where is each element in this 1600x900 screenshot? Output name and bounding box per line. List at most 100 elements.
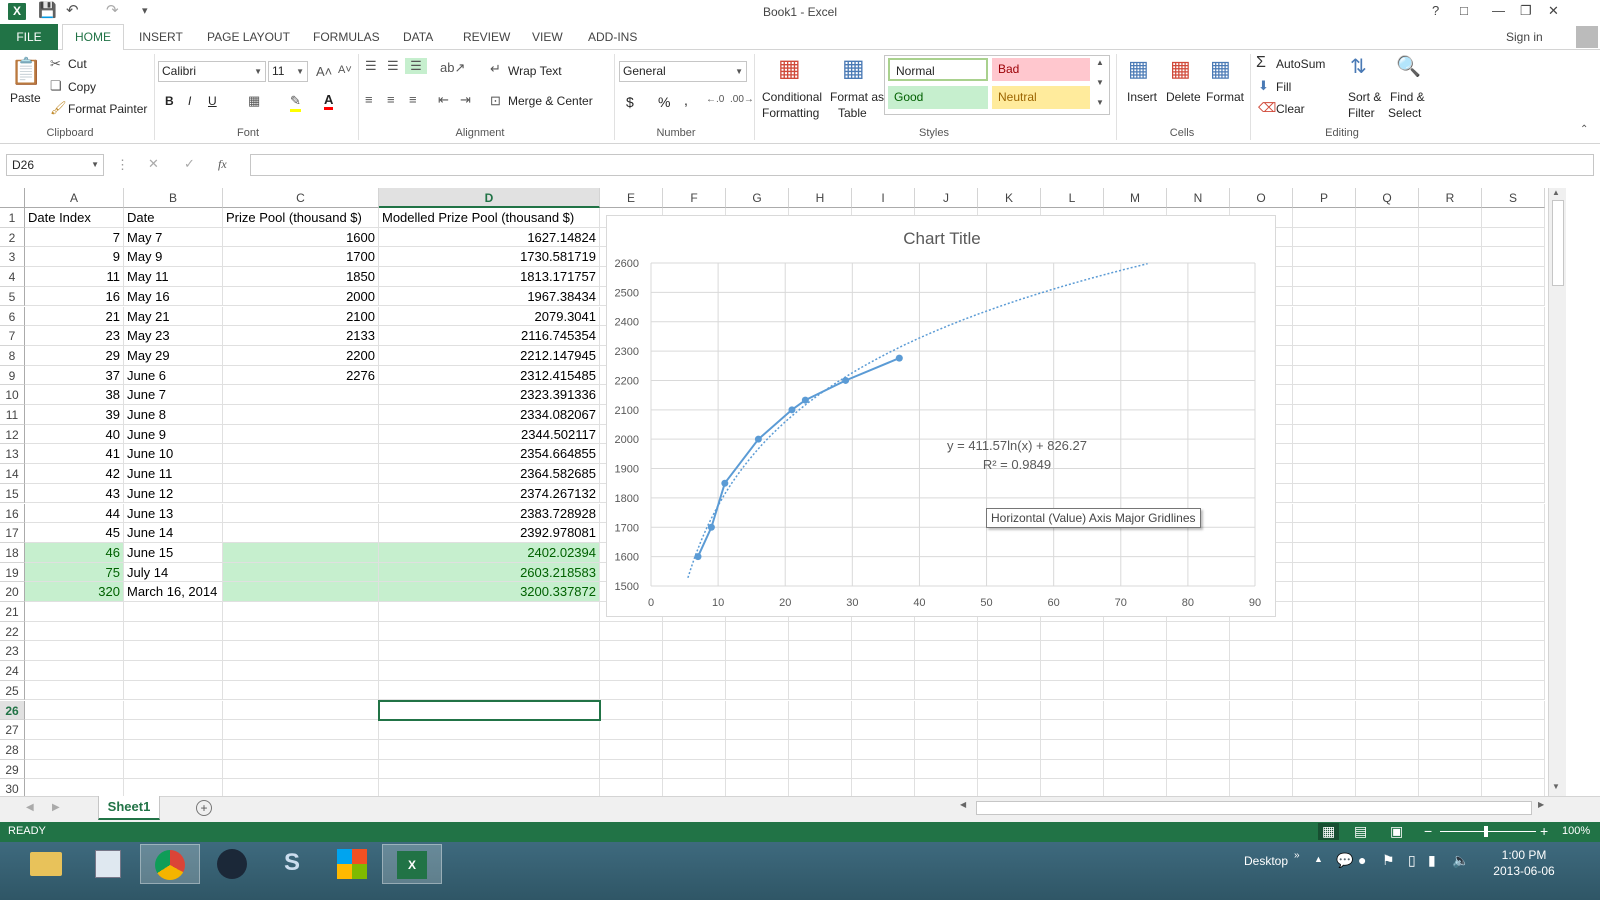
cell-d14[interactable]: 2364.582685 [379,464,600,484]
action-center-icon[interactable]: ⚑ [1382,852,1395,869]
cell-empty[interactable] [1293,464,1356,484]
cell-empty[interactable] [1482,582,1545,602]
cell-empty[interactable] [1356,227,1419,248]
column-header-b[interactable]: B [124,188,223,208]
cell-c25[interactable] [223,680,379,701]
cell-empty[interactable] [1356,385,1419,405]
cell-empty[interactable] [1293,759,1356,780]
horizontal-scroll-thumb[interactable] [976,801,1532,815]
cell-c26[interactable] [223,700,379,721]
cell-empty[interactable] [1293,739,1356,760]
cell-empty[interactable] [1230,641,1293,662]
cell-empty[interactable] [600,720,663,740]
cell-c5[interactable]: 2000 [223,286,379,307]
styles-scroll-up-icon[interactable]: ▲ [1096,58,1104,67]
cell-empty[interactable] [1419,542,1482,563]
column-header-i[interactable]: I [852,188,915,208]
cell-empty[interactable] [1293,562,1356,583]
tab-formulas[interactable]: FORMULAS [313,30,380,44]
cell-empty[interactable] [1482,700,1545,721]
cell-empty[interactable] [726,621,789,642]
battery-icon[interactable]: ▯ [1408,852,1416,869]
cell-c2[interactable]: 1600 [223,227,379,248]
cell-empty[interactable] [1293,227,1356,248]
cell-empty[interactable] [600,759,663,780]
cell-empty[interactable] [852,739,915,760]
cell-a14[interactable]: 42 [25,464,124,484]
cell-a26[interactable] [25,700,124,721]
close-icon[interactable]: ✕ [1548,3,1559,19]
cell-c28[interactable] [223,739,379,760]
cell-empty[interactable] [1293,483,1356,504]
trendline-r2[interactable]: R² = 0.9849 [983,457,1051,472]
cell-b15[interactable]: June 12 [124,483,223,504]
cell-empty[interactable] [1356,247,1419,268]
cell-d13[interactable]: 2354.664855 [379,444,600,465]
cell-empty[interactable] [1167,641,1230,662]
cell-empty[interactable] [1293,267,1356,287]
cell-b5[interactable]: May 16 [124,286,223,307]
cell-empty[interactable] [978,720,1041,740]
sort-filter-button[interactable]: Sort & [1348,90,1381,104]
cell-d12[interactable]: 2344.502117 [379,424,600,445]
cell-empty[interactable] [1419,523,1482,543]
sheet-tab-sheet1[interactable]: Sheet1 [98,796,160,820]
cell-empty[interactable] [1041,759,1104,780]
cell-empty[interactable] [1041,621,1104,642]
cell-b12[interactable]: June 9 [124,424,223,445]
paste-icon[interactable]: 📋 [10,56,42,87]
cell-empty[interactable] [726,661,789,681]
cell-empty[interactable] [663,661,726,681]
cell-empty[interactable] [1419,641,1482,662]
cell-empty[interactable] [978,680,1041,701]
row-header-9[interactable]: 9 [0,365,25,386]
cell-empty[interactable] [1230,759,1293,780]
cell-a4[interactable]: 11 [25,267,124,287]
formula-input[interactable] [250,154,1594,176]
cell-a27[interactable] [25,720,124,740]
cell-empty[interactable] [1104,759,1167,780]
scroll-thumb[interactable] [1552,200,1564,286]
row-header-3[interactable]: 3 [0,247,25,268]
column-header-c[interactable]: C [223,188,379,208]
cell-b6[interactable]: May 21 [124,306,223,327]
wrap-text-button[interactable]: Wrap Text [508,64,562,78]
cell-empty[interactable] [1293,503,1356,524]
cell-empty[interactable] [789,720,852,740]
tab-page-layout[interactable]: PAGE LAYOUT [207,30,290,44]
confirm-entry-icon[interactable]: ✓ [184,156,195,172]
cell-a6[interactable]: 21 [25,306,124,327]
page-break-view-icon[interactable]: ▣ [1390,823,1403,840]
cell-empty[interactable] [726,720,789,740]
find-select-button[interactable]: Find & [1390,90,1425,104]
cell-a2[interactable]: 7 [25,227,124,248]
cell-empty[interactable] [789,739,852,760]
cell-empty[interactable] [1230,720,1293,740]
cell-c14[interactable] [223,464,379,484]
cell-empty[interactable] [1419,385,1482,405]
sign-in-link[interactable]: Sign in [1506,30,1543,44]
cell-empty[interactable] [1482,641,1545,662]
tab-home[interactable]: HOME [62,24,124,51]
paste-button[interactable]: Paste [10,91,41,105]
cell-empty[interactable] [1356,464,1419,484]
cell-empty[interactable] [789,641,852,662]
cell-a5[interactable]: 16 [25,286,124,307]
cell-empty[interactable] [1293,405,1356,425]
cell-empty[interactable] [789,700,852,721]
cell-a8[interactable]: 29 [25,345,124,366]
cell-a13[interactable]: 41 [25,444,124,465]
cell-empty[interactable] [1482,286,1545,307]
row-header-29[interactable]: 29 [0,759,25,780]
minimize-icon[interactable]: — [1492,3,1505,18]
cell-empty[interactable] [789,759,852,780]
cell-d27[interactable] [379,720,600,740]
cell-d25[interactable] [379,680,600,701]
format-painter-button[interactable]: Format Painter [68,102,147,116]
cell-a23[interactable] [25,641,124,662]
cell-empty[interactable] [1293,582,1356,602]
currency-button[interactable]: $ [626,94,634,110]
delete-cells-button[interactable]: Delete [1166,90,1201,104]
cell-empty[interactable] [1293,444,1356,465]
cell-empty[interactable] [1419,247,1482,268]
